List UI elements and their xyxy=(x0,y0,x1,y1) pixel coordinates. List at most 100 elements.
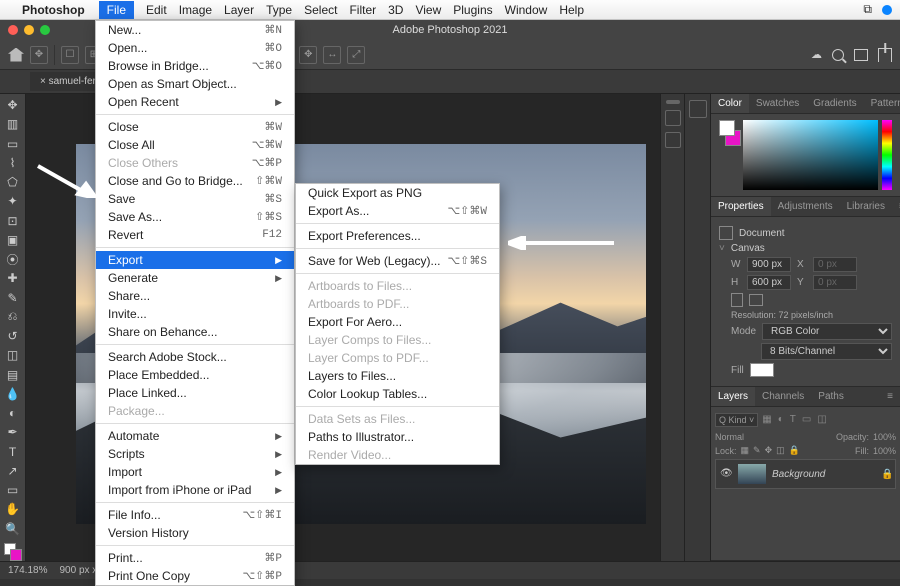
tab-paths[interactable]: Paths xyxy=(811,387,851,406)
lock-transparency-icon[interactable]: ▦ xyxy=(741,445,750,456)
panel-menu-icon[interactable]: ≡ xyxy=(880,387,900,406)
filter-type-icon[interactable]: T xyxy=(790,414,796,425)
patch-tool[interactable]: ✚ xyxy=(2,269,24,287)
file-menu-close[interactable]: Close⌘W xyxy=(96,118,294,136)
file-menu-new[interactable]: New...⌘N xyxy=(96,21,294,39)
collapsed-panel-icon-1[interactable] xyxy=(665,110,681,126)
file-menu-place-linked[interactable]: Place Linked... xyxy=(96,384,294,402)
stamp-tool[interactable]: ⎌ xyxy=(2,308,24,326)
brush-tool[interactable]: ✎ xyxy=(2,289,24,307)
file-menu-export[interactable]: Export▶ xyxy=(96,251,294,269)
file-menu-save-as[interactable]: Save As...⇧⌘S xyxy=(96,208,294,226)
eraser-tool[interactable]: ◫ xyxy=(2,346,24,364)
file-menu-file-info[interactable]: File Info...⌥⇧⌘I xyxy=(96,506,294,524)
export-menu-quick-export-as-png[interactable]: Quick Export as PNG xyxy=(296,184,499,202)
zoom-window-button[interactable] xyxy=(40,25,50,35)
file-menu-generate[interactable]: Generate▶ xyxy=(96,269,294,287)
3d-slide-icon[interactable]: ↔ xyxy=(323,46,341,64)
zoom-level[interactable]: 174.18% xyxy=(8,565,47,576)
export-menu-export-as[interactable]: Export As...⌥⇧⌘W xyxy=(296,202,499,220)
hue-slider[interactable] xyxy=(882,120,892,190)
menubar-file[interactable]: File xyxy=(99,1,134,19)
export-menu-color-lookup-tables[interactable]: Color Lookup Tables... xyxy=(296,385,499,403)
orientation-portrait-icon[interactable] xyxy=(731,293,743,307)
search-icon[interactable] xyxy=(832,49,844,61)
foreground-background-swatch[interactable] xyxy=(719,120,739,146)
wand-tool[interactable]: ✦ xyxy=(2,192,24,210)
share-icon[interactable] xyxy=(878,48,892,62)
minimize-window-button[interactable] xyxy=(24,25,34,35)
gradient-tool[interactable]: ▤ xyxy=(2,366,24,384)
export-menu-paths-to-illustrator[interactable]: Paths to Illustrator... xyxy=(296,428,499,446)
file-menu-automate[interactable]: Automate▶ xyxy=(96,427,294,445)
menubar-plugins[interactable]: Plugins xyxy=(453,3,492,17)
3d-pan-icon[interactable]: ✥ xyxy=(299,46,317,64)
zoom-tool[interactable]: 🔍 xyxy=(2,520,24,538)
file-menu-print[interactable]: Print...⌘P xyxy=(96,549,294,567)
file-menu-invite[interactable]: Invite... xyxy=(96,305,294,323)
type-tool[interactable]: T xyxy=(2,443,24,461)
menubar-help[interactable]: Help xyxy=(559,3,584,17)
file-menu-open-recent[interactable]: Open Recent▶ xyxy=(96,93,294,111)
file-menu-place-embedded[interactable]: Place Embedded... xyxy=(96,366,294,384)
dodge-tool[interactable]: ◐ xyxy=(2,404,24,422)
cloud-icon[interactable]: ☁ xyxy=(811,48,822,61)
move-tool-option-icon[interactable]: ✥ xyxy=(30,46,48,64)
export-menu-export-preferences[interactable]: Export Preferences... xyxy=(296,227,499,245)
home-icon[interactable] xyxy=(8,48,24,62)
canvas-height-input[interactable] xyxy=(747,275,791,290)
canvas-width-input[interactable] xyxy=(747,257,791,272)
tab-patterns[interactable]: Patterns xyxy=(864,94,900,113)
file-menu-close-and-go-to-bridge[interactable]: Close and Go to Bridge...⇧⌘W xyxy=(96,172,294,190)
tab-libraries[interactable]: Libraries xyxy=(840,197,892,216)
menubar-3d[interactable]: 3D xyxy=(388,3,403,17)
filter-pixel-icon[interactable]: ▦ xyxy=(762,414,771,425)
tab-gradients[interactable]: Gradients xyxy=(806,94,863,113)
path-tool[interactable]: ↗ xyxy=(2,462,24,480)
export-menu-layers-to-files[interactable]: Layers to Files... xyxy=(296,367,499,385)
tab-swatches[interactable]: Swatches xyxy=(749,94,806,113)
file-menu-revert[interactable]: RevertF12 xyxy=(96,226,294,244)
tab-color[interactable]: Color xyxy=(711,94,749,113)
file-menu-search-adobe-stock[interactable]: Search Adobe Stock... xyxy=(96,348,294,366)
tab-adjustments[interactable]: Adjustments xyxy=(771,197,840,216)
file-menu-open-as-smart-object[interactable]: Open as Smart Object... xyxy=(96,75,294,93)
visibility-icon[interactable]: 👁 xyxy=(720,468,732,480)
opacity-input[interactable]: 100% xyxy=(873,432,896,442)
pen-tool[interactable]: ✒ xyxy=(2,423,24,441)
tab-properties[interactable]: Properties xyxy=(711,197,771,216)
artboard-tool[interactable]: ▥ xyxy=(2,115,24,133)
lock-pixels-icon[interactable]: ✎ xyxy=(753,445,761,456)
file-menu-save[interactable]: Save⌘S xyxy=(96,190,294,208)
layer-thumbnail[interactable] xyxy=(738,464,766,484)
file-menu-version-history[interactable]: Version History xyxy=(96,524,294,542)
collapsed-panel-icon-2[interactable] xyxy=(665,132,681,148)
3d-scale-icon[interactable]: ⤢ xyxy=(347,46,365,64)
marquee-tool[interactable]: ▭ xyxy=(2,135,24,153)
file-menu-import[interactable]: Import▶ xyxy=(96,463,294,481)
menubar-select[interactable]: Select xyxy=(304,3,337,17)
filter-adjust-icon[interactable]: ◐ xyxy=(778,414,784,425)
collapsed-panel-icon[interactable] xyxy=(689,100,707,118)
auto-select-icon[interactable]: ☐ xyxy=(61,46,79,64)
orientation-landscape-icon[interactable] xyxy=(749,294,763,306)
workspace-icon[interactable] xyxy=(854,49,868,61)
fill-opacity-input[interactable]: 100% xyxy=(873,446,896,456)
tab-layers[interactable]: Layers xyxy=(711,387,755,406)
layer-name[interactable]: Background xyxy=(772,469,825,480)
menubar-type[interactable]: Type xyxy=(266,3,292,17)
blend-mode-select[interactable]: Normal xyxy=(715,432,744,442)
file-menu-import-from-iphone-or-ipad[interactable]: Import from iPhone or iPad▶ xyxy=(96,481,294,499)
color-swatch-tool[interactable] xyxy=(2,543,24,561)
file-menu-open[interactable]: Open...⌘O xyxy=(96,39,294,57)
menubar-edit[interactable]: Edit xyxy=(146,3,167,17)
bit-depth-select[interactable]: 8 Bits/Channel xyxy=(761,343,892,360)
export-menu-export-for-aero[interactable]: Export For Aero... xyxy=(296,313,499,331)
control-center-icon[interactable] xyxy=(882,5,892,15)
menubar-window[interactable]: Window xyxy=(505,3,548,17)
blur-tool[interactable]: 💧 xyxy=(2,385,24,403)
rect-tool[interactable]: ▭ xyxy=(2,481,24,499)
lock-position-icon[interactable]: ✥ xyxy=(765,445,773,456)
lasso-tool[interactable]: ⌇ xyxy=(2,154,24,172)
app-name[interactable]: Photoshop xyxy=(22,3,85,17)
